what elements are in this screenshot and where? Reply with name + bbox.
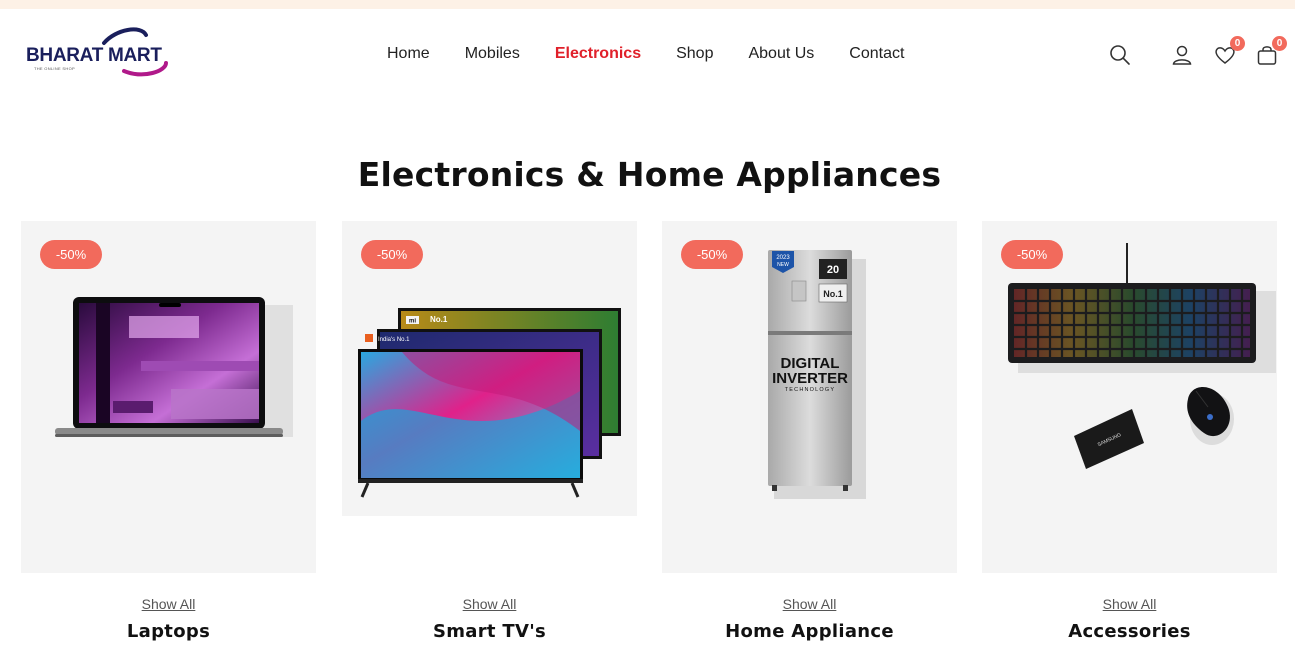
card-footer-laptops: Show All Laptops (21, 596, 316, 642)
category-name[interactable]: Smart TV's (342, 621, 637, 642)
user-icon (1172, 45, 1192, 65)
tv-tagline: India's No.1 (378, 337, 410, 343)
accessories-image: SAMSUNG (1008, 243, 1276, 469)
mouse-image (1187, 387, 1234, 445)
refrigerator-image: 2023 NEW 20 No.1 DIGITAL INVERTER TECHNO… (768, 250, 866, 499)
brand-logo[interactable]: BHARAT MART THE ONLINE SHOP (26, 27, 186, 83)
show-all-link[interactable]: Show All (342, 596, 637, 612)
tv-brand-label: mi (409, 319, 416, 325)
nav-home[interactable]: Home (387, 45, 430, 63)
fridge-new-label: NEW (777, 262, 789, 268)
show-all-link[interactable]: Show All (662, 596, 957, 612)
nav-contact[interactable]: Contact (849, 45, 904, 63)
tv-rank-label: No.1 (430, 315, 448, 324)
search-icon (1110, 45, 1130, 65)
section-title: Electronics & Home Appliances (357, 155, 942, 194)
wishlist-count-badge: 0 (1230, 36, 1245, 51)
main-nav: Home Mobiles Electronics Shop About Us C… (387, 45, 939, 63)
product-card-smart-tvs[interactable]: -50% mi No.1 India's No.1 (342, 221, 637, 573)
laptop-image (55, 297, 293, 437)
product-card-accessories[interactable]: -50% SAMSUNG (982, 221, 1277, 573)
category-name[interactable]: Laptops (21, 621, 316, 642)
product-card-home-appliance[interactable]: -50% 2023 NEW 20 No.1 DIGITAL INVERTER T… (662, 221, 957, 573)
show-all-link[interactable]: Show All (21, 596, 316, 612)
account-button[interactable] (1170, 43, 1194, 67)
brand-name: BHARAT MART (26, 45, 162, 66)
fridge-temp-display: 20 (827, 264, 839, 276)
cart-count-badge: 0 (1272, 36, 1287, 51)
brand-tagline: THE ONLINE SHOP (34, 66, 75, 71)
nav-about-us[interactable]: About Us (748, 45, 814, 63)
nav-shop[interactable]: Shop (676, 45, 713, 63)
card-footer-accessories: Show All Accessories (982, 596, 1277, 642)
category-name[interactable]: Home Appliance (662, 621, 957, 642)
fridge-rank-label: No.1 (823, 289, 843, 299)
nav-electronics[interactable]: Electronics (555, 45, 641, 63)
wishlist-button[interactable]: 0 (1213, 36, 1245, 67)
fridge-line-3: TECHNOLOGY (785, 387, 836, 393)
search-button[interactable] (1108, 43, 1132, 67)
product-card-laptops[interactable]: -50% (21, 221, 316, 573)
nav-mobiles[interactable]: Mobiles (465, 45, 520, 63)
show-all-link[interactable]: Show All (982, 596, 1277, 612)
category-name[interactable]: Accessories (982, 621, 1277, 642)
cart-button[interactable]: 0 (1255, 36, 1287, 67)
card-footer-home-appliance: Show All Home Appliance (662, 596, 957, 642)
card-footer-smart-tvs: Show All Smart TV's (342, 596, 637, 642)
ssd-image: SAMSUNG (1074, 409, 1144, 469)
fridge-year-label: 2023 (776, 255, 790, 261)
fridge-line-2: INVERTER (772, 370, 848, 387)
site-header: BHARAT MART THE ONLINE SHOP Home Mobiles… (0, 9, 1295, 101)
top-strip (0, 0, 1295, 9)
smart-tv-image: mi No.1 India's No.1 (342, 308, 637, 573)
